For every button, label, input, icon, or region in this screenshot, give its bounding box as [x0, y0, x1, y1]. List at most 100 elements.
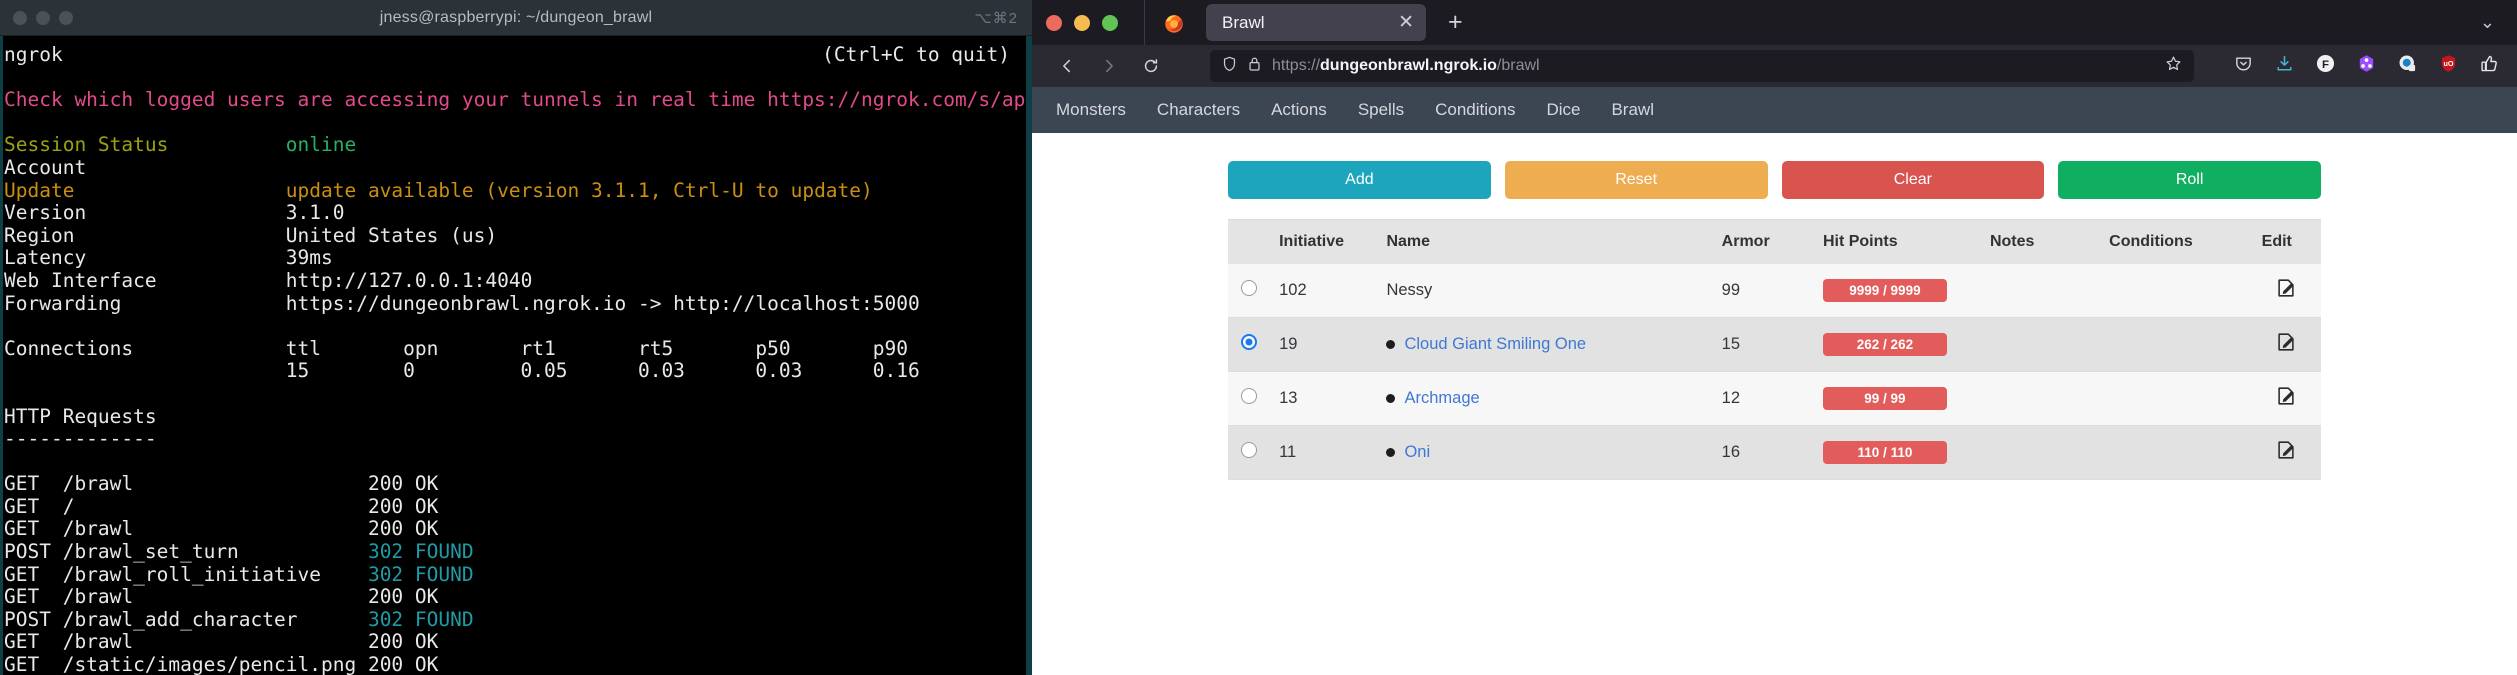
svg-text:uO: uO [2443, 59, 2453, 68]
terminal-content: ngrok (Ctrl+C to quit) Check which logged… [4, 43, 1032, 675]
terminal-request-1: GET / 200 OK [4, 494, 439, 518]
back-arrow-icon[interactable] [1050, 49, 1084, 83]
notes-cell [1979, 425, 2100, 480]
download-icon[interactable] [2275, 54, 2294, 78]
nav-link-conditions[interactable]: Conditions [1435, 100, 1515, 120]
privacy-badger-icon[interactable] [2398, 54, 2417, 78]
hit-points-cell: 99 / 99 [1812, 371, 1980, 426]
column-header-notes[interactable]: Notes [1979, 219, 2100, 264]
hit-points-badge: 99 / 99 [1822, 387, 1947, 410]
column-header-initiative[interactable]: Initiative [1269, 219, 1377, 264]
turn-radio-cell[interactable] [1228, 371, 1270, 426]
armor-value: 15 [1711, 317, 1813, 372]
armor-value: 12 [1711, 371, 1813, 426]
name-cell: Cloud Giant Smiling One [1376, 317, 1712, 372]
initiative-table: Initiative Name Armor Hit Points Notes C… [1228, 219, 2321, 480]
turn-radio-cell[interactable] [1228, 317, 1270, 372]
nav-link-characters[interactable]: Characters [1157, 100, 1240, 120]
name-cell: Oni [1376, 425, 1712, 480]
status-dot-icon [1386, 340, 1396, 349]
pocket-icon[interactable] [2234, 54, 2253, 78]
svg-text:F: F [2322, 59, 2329, 71]
thumbs-up-icon[interactable] [2480, 54, 2499, 78]
chevron-down-icon[interactable]: ⌄ [2480, 12, 2517, 33]
terminal-title: jness@raspberrypi: ~/dungeon_brawl [379, 8, 653, 26]
action-button-row: Add Reset Clear Roll [1228, 161, 2321, 199]
facebook-container-icon[interactable]: F [2316, 54, 2335, 78]
close-icon[interactable]: ✕ [1398, 13, 1414, 32]
nav-link-spells[interactable]: Spells [1358, 100, 1404, 120]
forward-arrow-icon[interactable] [1092, 49, 1126, 83]
edit-cell[interactable] [2251, 317, 2321, 372]
reset-button[interactable]: Reset [1504, 161, 1768, 199]
turn-radio[interactable] [1240, 388, 1257, 404]
conditions-cell [2099, 264, 2252, 318]
table-row[interactable]: 13 Archmage 12 99 / 99 [1228, 371, 2321, 426]
extension-icon[interactable] [2357, 54, 2376, 78]
terminal-requests-rule: ------------- [4, 427, 157, 451]
roll-button[interactable]: Roll [2058, 161, 2321, 199]
column-header-select [1228, 219, 1270, 264]
pencil-edit-icon[interactable] [2275, 277, 2297, 304]
terminal-status-5: Latency 39ms [4, 246, 333, 270]
reload-icon[interactable] [1134, 49, 1168, 83]
browser-close-button[interactable] [1046, 14, 1062, 31]
turn-radio[interactable] [1240, 280, 1257, 296]
terminal-status-0: Session Status online [4, 133, 357, 157]
browser-tab[interactable]: Brawl ✕ [1206, 4, 1426, 41]
browser-minimize-button[interactable] [1074, 14, 1090, 31]
terminal-request-3: POST /brawl_set_turn 302 FOUND [4, 540, 474, 564]
armor-value: 16 [1711, 425, 1813, 480]
column-header-name[interactable]: Name [1376, 219, 1712, 264]
browser-maximize-button[interactable] [1102, 14, 1118, 31]
star-icon[interactable] [2165, 55, 2182, 77]
terminal-header-line: ngrok (Ctrl+C to quit) [4, 43, 1010, 66]
table-row[interactable]: 11 Oni 16 110 / 110 [1228, 425, 2321, 480]
turn-radio[interactable] [1240, 442, 1257, 458]
terminal-titlebar[interactable]: jness@raspberrypi: ~/dungeon_brawl ⌥⌘2 [0, 0, 1032, 36]
edit-cell[interactable] [2251, 425, 2321, 480]
firefox-logo-icon[interactable] [1144, 0, 1190, 45]
conditions-cell [2099, 317, 2252, 372]
column-header-hit-points[interactable]: Hit Points [1812, 219, 1980, 264]
table-row[interactable]: 102 Nessy 99 9999 / 9999 [1228, 264, 2321, 318]
add-button[interactable]: Add [1228, 161, 1491, 199]
turn-radio-cell[interactable] [1228, 425, 1270, 480]
nav-link-dice[interactable]: Dice [1546, 100, 1580, 120]
lock-icon[interactable] [1248, 56, 1261, 77]
pencil-edit-icon[interactable] [2275, 439, 2297, 466]
table-row[interactable]: 19 Cloud Giant Smiling One 15 262 / 262 [1228, 317, 2321, 372]
column-header-conditions[interactable]: Conditions [2099, 219, 2252, 264]
character-link[interactable]: Archmage [1404, 389, 1479, 408]
pencil-edit-icon[interactable] [2275, 385, 2297, 412]
url-bar[interactable]: https://dungeonbrawl.ngrok.io/brawl [1210, 50, 2194, 82]
browser-window-controls[interactable] [1046, 14, 1118, 31]
turn-radio-cell[interactable] [1228, 264, 1270, 318]
terminal-status-3: Version 3.1.0 [4, 201, 345, 225]
desktop-screen: jness@raspberrypi: ~/dungeon_brawl ⌥⌘2 n… [0, 0, 2517, 675]
nav-link-actions[interactable]: Actions [1271, 100, 1327, 120]
hit-points-badge: 9999 / 9999 [1822, 279, 1947, 302]
turn-radio[interactable] [1240, 334, 1257, 350]
ublock-origin-icon[interactable]: uO [2439, 54, 2458, 78]
shield-icon[interactable] [1222, 56, 1237, 77]
character-link[interactable]: Oni [1404, 443, 1430, 462]
hit-points-badge: 110 / 110 [1822, 441, 1947, 464]
terminal-status-6: Web Interface http://127.0.0.1:4040 [4, 268, 533, 292]
conditions-cell [2099, 425, 2252, 480]
clear-button[interactable]: Clear [1781, 161, 2045, 199]
nav-link-brawl[interactable]: Brawl [1611, 100, 1654, 120]
initiative-value: 11 [1269, 425, 1377, 480]
browser-tab-bar: Brawl ✕ + ⌄ [1032, 0, 2517, 45]
pencil-edit-icon[interactable] [2275, 331, 2297, 358]
name-cell: Archmage [1376, 371, 1712, 426]
column-header-armor[interactable]: Armor [1711, 219, 1813, 264]
edit-cell[interactable] [2251, 264, 2321, 318]
character-link[interactable]: Cloud Giant Smiling One [1404, 335, 1586, 354]
new-tab-button[interactable]: + [1448, 10, 1463, 35]
edit-cell[interactable] [2251, 371, 2321, 426]
nav-link-monsters[interactable]: Monsters [1056, 100, 1126, 120]
table-header-row: Initiative Name Armor Hit Points Notes C… [1228, 219, 2321, 264]
terminal-output[interactable]: ngrok (Ctrl+C to quit) Check which logged… [0, 36, 1032, 675]
app-content: Add Reset Clear Roll Initiative Name Armor … [1032, 133, 2517, 480]
